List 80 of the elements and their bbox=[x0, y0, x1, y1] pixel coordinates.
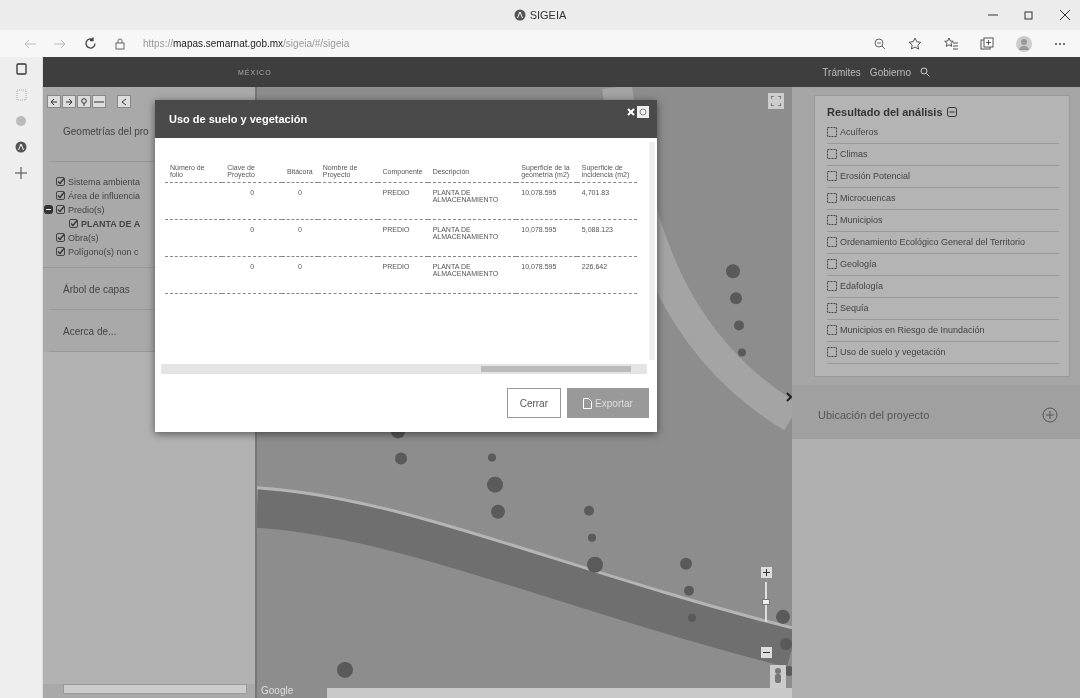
zoom-slider-thumb[interactable] bbox=[762, 599, 770, 605]
result-item[interactable]: Municipios en Riesgo de Inundación bbox=[840, 325, 985, 335]
lock-icon[interactable] bbox=[115, 37, 125, 50]
star-icon[interactable] bbox=[908, 37, 922, 50]
restore-icon[interactable] bbox=[1024, 10, 1034, 20]
checkbox[interactable] bbox=[69, 219, 78, 228]
checkbox[interactable] bbox=[56, 247, 65, 256]
result-item[interactable]: Uso de suelo y vegetación bbox=[840, 347, 946, 357]
fullscreen-icon bbox=[771, 96, 781, 106]
checkbox[interactable] bbox=[827, 149, 837, 159]
section-title[interactable]: Ubicación del proyecto bbox=[818, 409, 930, 421]
add-icon[interactable] bbox=[15, 167, 27, 179]
zoom-in-button[interactable] bbox=[761, 567, 772, 578]
minus-box-icon[interactable] bbox=[946, 107, 957, 117]
pegman-button[interactable] bbox=[770, 665, 786, 689]
checkbox[interactable] bbox=[56, 191, 65, 200]
scrollbar[interactable] bbox=[63, 684, 247, 694]
checkbox[interactable] bbox=[827, 281, 837, 291]
line-button[interactable] bbox=[92, 95, 106, 108]
minus-icon bbox=[763, 649, 770, 656]
checkbox[interactable] bbox=[827, 237, 837, 247]
favorites-icon[interactable] bbox=[944, 37, 958, 50]
result-item[interactable]: Acuíferos bbox=[840, 127, 879, 137]
checkbox[interactable] bbox=[56, 177, 65, 186]
close-button[interactable]: Cerrar bbox=[506, 388, 561, 418]
collections-icon[interactable] bbox=[980, 37, 994, 50]
shield-icon bbox=[513, 9, 526, 21]
arrow-icon bbox=[50, 97, 58, 106]
scrollbar[interactable] bbox=[161, 364, 647, 374]
minus-box-icon bbox=[44, 205, 53, 214]
layer-label[interactable]: Área de influencia bbox=[68, 190, 141, 201]
layer-label[interactable]: Polígono(s) non c bbox=[68, 246, 139, 257]
result-item[interactable]: Microcuencas bbox=[840, 193, 896, 203]
close-icon[interactable] bbox=[1060, 10, 1070, 20]
layer-label[interactable]: PLANTA DE A bbox=[81, 218, 141, 229]
map-brand: Google bbox=[261, 685, 294, 696]
collapse-toggle[interactable] bbox=[44, 205, 53, 214]
checkbox[interactable] bbox=[827, 215, 837, 225]
tabs-icon[interactable] bbox=[15, 63, 27, 75]
arrow-icon bbox=[65, 97, 73, 106]
checkbox[interactable] bbox=[827, 127, 837, 137]
more-icon[interactable] bbox=[1054, 41, 1066, 46]
chevron-icon bbox=[120, 97, 128, 106]
layer-label[interactable]: Predio(s) bbox=[68, 204, 105, 215]
result-item[interactable]: Ordenamiento Ecológico General del Territorio bbox=[840, 237, 1025, 247]
checkbox[interactable] bbox=[827, 259, 837, 269]
search-icon[interactable] bbox=[920, 67, 930, 77]
checkbox[interactable] bbox=[827, 303, 837, 313]
collapse-button[interactable] bbox=[117, 95, 131, 108]
tab-title[interactable]: SIGEIA bbox=[513, 9, 567, 21]
results-title: Resultado del análisis bbox=[827, 106, 943, 118]
pin-icon bbox=[80, 97, 88, 106]
checkbox[interactable] bbox=[827, 325, 837, 335]
layer-label[interactable]: Sistema ambienta bbox=[68, 176, 141, 187]
checkbox[interactable] bbox=[827, 347, 837, 357]
result-item[interactable]: Erosión Potencial bbox=[840, 171, 911, 181]
nav-link[interactable]: Trámites bbox=[822, 66, 861, 78]
checkbox[interactable] bbox=[827, 171, 837, 181]
zoom-out-button[interactable] bbox=[761, 647, 772, 658]
checkbox[interactable] bbox=[56, 205, 65, 214]
back-arrow-button[interactable] bbox=[47, 95, 61, 108]
reload-icon[interactable] bbox=[84, 37, 97, 50]
result-item[interactable]: Sequía bbox=[840, 303, 869, 313]
result-item[interactable]: Edafología bbox=[840, 281, 884, 291]
plus-icon bbox=[763, 569, 770, 576]
checkbox[interactable] bbox=[827, 193, 837, 203]
layer-label[interactable]: Obra(s) bbox=[68, 232, 99, 243]
chevron-icon[interactable] bbox=[786, 392, 792, 402]
file-icon bbox=[583, 397, 593, 409]
result-item[interactable]: Climas bbox=[840, 149, 868, 159]
result-item[interactable]: Municipios bbox=[840, 215, 883, 225]
forward-arrow-button[interactable] bbox=[62, 95, 76, 108]
result-item[interactable]: Geología bbox=[840, 259, 877, 269]
profile-icon[interactable] bbox=[1016, 35, 1032, 52]
marker-button[interactable] bbox=[77, 95, 91, 108]
zoom-icon[interactable] bbox=[874, 37, 886, 50]
checkbox[interactable] bbox=[56, 233, 65, 242]
nav-link[interactable]: Gobierno bbox=[869, 66, 911, 78]
shield-icon[interactable] bbox=[15, 141, 27, 153]
gear-icon bbox=[639, 108, 647, 116]
